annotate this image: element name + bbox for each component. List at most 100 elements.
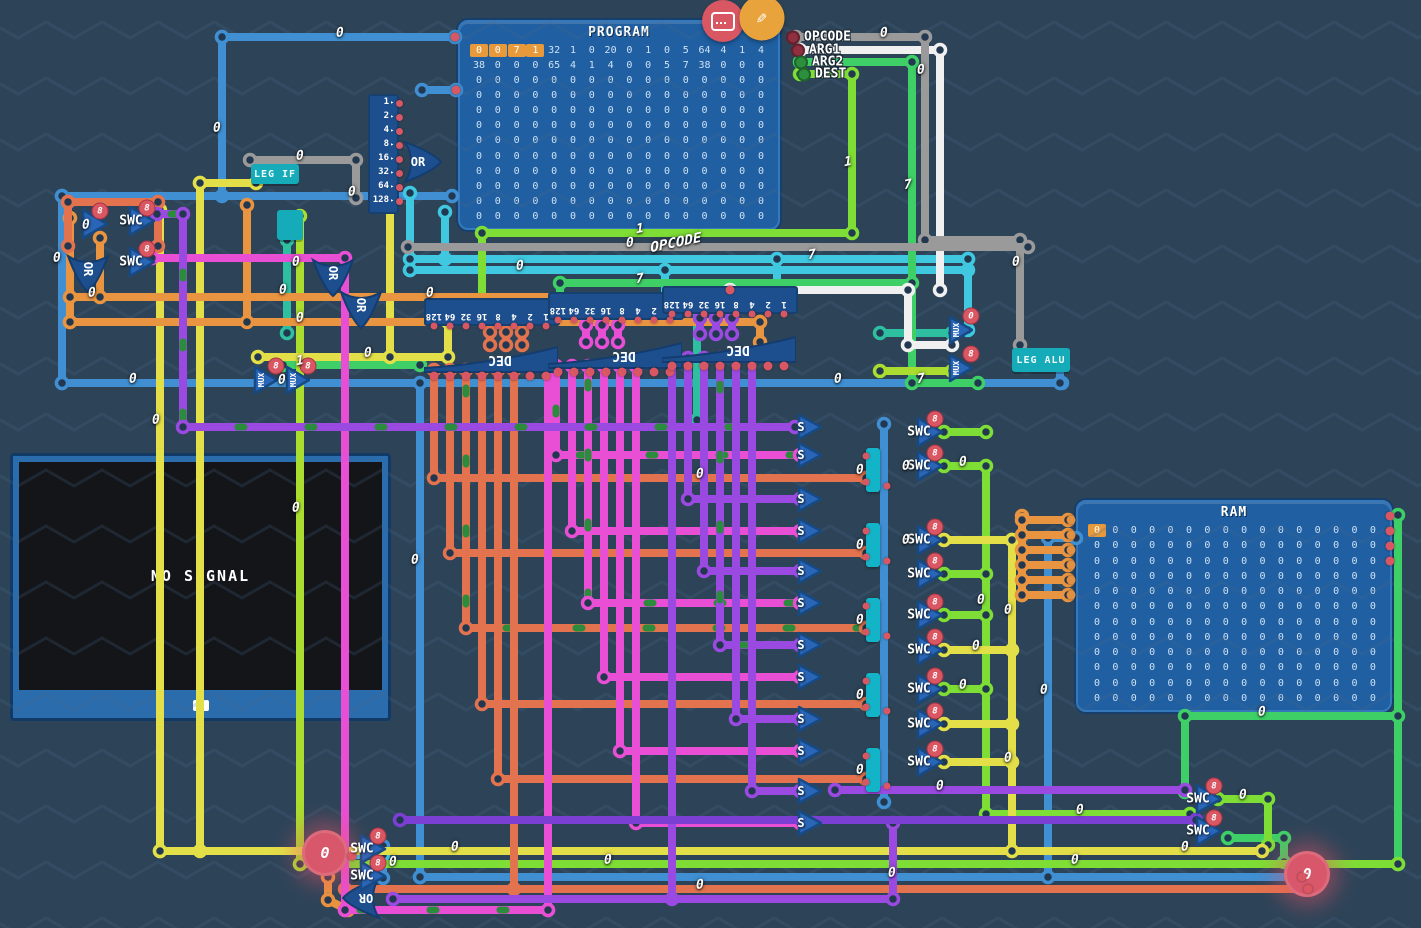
wire-node[interactable] bbox=[282, 328, 293, 339]
wire-node[interactable] bbox=[907, 57, 918, 68]
wire-node[interactable] bbox=[699, 566, 710, 577]
wire-node[interactable] bbox=[981, 610, 992, 621]
wire-node[interactable] bbox=[660, 265, 671, 276]
s-gate[interactable] bbox=[796, 777, 822, 805]
wire-node[interactable] bbox=[747, 786, 758, 797]
s-gate[interactable] bbox=[796, 705, 822, 733]
screen-button[interactable] bbox=[702, 0, 744, 42]
wire-node[interactable] bbox=[1043, 872, 1054, 883]
wire-node[interactable] bbox=[907, 378, 918, 389]
wire-node[interactable] bbox=[879, 797, 890, 808]
wire-node[interactable] bbox=[551, 450, 562, 461]
wire-node[interactable] bbox=[1055, 378, 1066, 389]
s-gate[interactable] bbox=[796, 663, 822, 691]
wire-node[interactable] bbox=[1023, 242, 1034, 253]
wire-node[interactable] bbox=[477, 699, 488, 710]
or-gate[interactable]: OR bbox=[397, 140, 445, 184]
or-gate[interactable]: OR bbox=[64, 250, 112, 294]
wire-node[interactable] bbox=[1393, 859, 1404, 870]
wire-node[interactable] bbox=[973, 378, 984, 389]
wire-node[interactable] bbox=[429, 473, 440, 484]
wire-node[interactable] bbox=[351, 193, 362, 204]
wire-node[interactable] bbox=[615, 746, 626, 757]
dec-decoder[interactable]: DEC bbox=[424, 346, 558, 374]
wire-node[interactable] bbox=[875, 366, 886, 377]
wire-node[interactable] bbox=[1279, 833, 1290, 844]
wire-node[interactable] bbox=[440, 207, 451, 218]
wire-node[interactable] bbox=[599, 672, 610, 683]
wire-node[interactable] bbox=[155, 846, 166, 857]
wire-node[interactable] bbox=[963, 254, 974, 265]
wire-node[interactable] bbox=[683, 494, 694, 505]
byte-splitter-rotated[interactable]: 1286432168421 bbox=[424, 298, 560, 326]
wire-node[interactable] bbox=[1017, 575, 1028, 586]
wire-node[interactable] bbox=[981, 684, 992, 695]
wire-node[interactable] bbox=[405, 265, 416, 276]
s-gate[interactable] bbox=[796, 413, 822, 441]
leg-alu-box[interactable]: LEG ALU bbox=[1012, 348, 1070, 372]
wire-node[interactable] bbox=[65, 317, 76, 328]
wire-node[interactable] bbox=[935, 45, 946, 56]
wire-node[interactable] bbox=[935, 285, 946, 296]
wire-node[interactable] bbox=[351, 155, 362, 166]
wire-node[interactable] bbox=[178, 422, 189, 433]
s-gate[interactable] bbox=[796, 737, 822, 765]
wire-node[interactable] bbox=[493, 774, 504, 785]
wire-node[interactable] bbox=[1017, 515, 1028, 526]
wire-node[interactable] bbox=[195, 178, 206, 189]
wire-node[interactable] bbox=[1017, 545, 1028, 556]
wire-node[interactable] bbox=[755, 317, 766, 328]
wire-node[interactable] bbox=[323, 895, 334, 906]
wire-node[interactable] bbox=[888, 894, 899, 905]
wire-purple[interactable] bbox=[736, 358, 800, 719]
s-gate[interactable] bbox=[796, 441, 822, 469]
wire-node[interactable] bbox=[445, 548, 456, 559]
wire-node[interactable] bbox=[903, 285, 914, 296]
wire-node[interactable] bbox=[1180, 711, 1191, 722]
wire-node[interactable] bbox=[981, 427, 992, 438]
or-gate[interactable]: OR bbox=[337, 286, 385, 330]
wire-node[interactable] bbox=[1017, 590, 1028, 601]
wire-node[interactable] bbox=[543, 905, 554, 916]
teal-block[interactable] bbox=[277, 210, 303, 240]
wire-node[interactable] bbox=[517, 327, 528, 338]
wire-node[interactable] bbox=[731, 714, 742, 725]
s-gate[interactable] bbox=[796, 631, 822, 659]
wire-node[interactable] bbox=[405, 188, 416, 199]
wire-node[interactable] bbox=[415, 378, 426, 389]
wire-node[interactable] bbox=[875, 328, 886, 339]
wire-node[interactable] bbox=[253, 352, 264, 363]
s-gate[interactable] bbox=[796, 517, 822, 545]
wire-node[interactable] bbox=[242, 200, 253, 211]
wire-node[interactable] bbox=[417, 85, 428, 96]
wire-node[interactable] bbox=[385, 352, 396, 363]
wire-node[interactable] bbox=[567, 526, 578, 537]
wire-node[interactable] bbox=[395, 815, 406, 826]
wire-node[interactable] bbox=[583, 598, 594, 609]
wire-node[interactable] bbox=[847, 69, 858, 80]
s-gate[interactable] bbox=[796, 557, 822, 585]
wire-node[interactable] bbox=[830, 785, 841, 796]
wire-node[interactable] bbox=[920, 32, 931, 43]
wire-node[interactable] bbox=[903, 340, 914, 351]
wire-node[interactable] bbox=[447, 191, 458, 202]
wire-node[interactable] bbox=[847, 228, 858, 239]
wire-node[interactable] bbox=[981, 461, 992, 472]
wire-node[interactable] bbox=[1007, 846, 1018, 857]
wire-node[interactable] bbox=[403, 242, 414, 253]
wire-node[interactable] bbox=[1393, 711, 1404, 722]
wire-node[interactable] bbox=[1017, 560, 1028, 571]
wire-node[interactable] bbox=[555, 278, 566, 289]
wire-node[interactable] bbox=[57, 378, 68, 389]
s-gate[interactable] bbox=[796, 809, 822, 837]
byte-splitter[interactable]: 1▸2▸4▸8▸16▸32▸64▸128▸ bbox=[368, 94, 399, 214]
wire-node[interactable] bbox=[501, 327, 512, 338]
wire-node[interactable] bbox=[477, 228, 488, 239]
wire-node[interactable] bbox=[1223, 833, 1234, 844]
wire-node[interactable] bbox=[63, 197, 74, 208]
wire-node[interactable] bbox=[217, 32, 228, 43]
s-gate[interactable] bbox=[796, 485, 822, 513]
wire-node[interactable] bbox=[1263, 794, 1274, 805]
wire-node[interactable] bbox=[1017, 530, 1028, 541]
s-gate[interactable] bbox=[796, 589, 822, 617]
